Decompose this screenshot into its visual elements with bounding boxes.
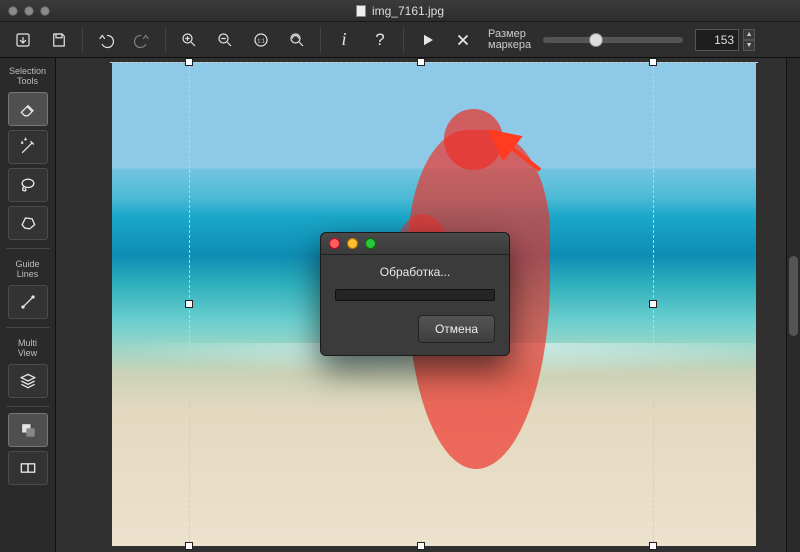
marker-size-label: Размер маркера [488, 29, 531, 51]
window-title-text: img_7161.jpg [372, 4, 444, 18]
dialog-minimize-icon[interactable] [347, 238, 358, 249]
progress-bar [335, 289, 495, 301]
image-surface[interactable]: Обработка... Отмена [112, 62, 756, 546]
zoom-in-button[interactable] [174, 26, 204, 54]
marker-size-input[interactable] [695, 29, 739, 51]
stepper-down-icon[interactable]: ▼ [743, 40, 755, 51]
lasso-tool[interactable] [8, 168, 48, 202]
eraser-tool[interactable] [8, 92, 48, 126]
zoom-out-button[interactable] [210, 26, 240, 54]
dialog-message: Обработка... [335, 265, 495, 279]
handle-nw[interactable] [185, 58, 193, 66]
polygon-lasso-tool[interactable] [8, 206, 48, 240]
sidebar-group-guide: Guide Lines [15, 259, 39, 279]
marker-size-stepper[interactable]: ▲ ▼ [743, 29, 755, 51]
dialog-titlebar[interactable] [321, 233, 509, 255]
redo-button[interactable] [127, 26, 157, 54]
zoom-fit-button[interactable] [282, 26, 312, 54]
open-button[interactable] [8, 26, 38, 54]
main-toolbar: 1:1 i ? Размер маркера ▲ ▼ [0, 22, 800, 58]
layers-view-tool[interactable] [8, 364, 48, 398]
sidebar-group-multiview: Multi View [18, 338, 37, 358]
vertical-scrollbar[interactable] [786, 58, 800, 552]
guide-line-tool[interactable] [8, 285, 48, 319]
svg-text:1:1: 1:1 [257, 38, 264, 44]
dialog-cancel-button[interactable]: Отмена [418, 315, 495, 343]
window-title: img_7161.jpg [0, 4, 800, 18]
handle-ne[interactable] [649, 58, 657, 66]
stepper-up-icon[interactable]: ▲ [743, 29, 755, 40]
processing-dialog: Обработка... Отмена [320, 232, 510, 356]
handle-s[interactable] [417, 542, 425, 550]
marker-size-slider[interactable] [543, 37, 683, 43]
zoom-actual-button[interactable]: 1:1 [246, 26, 276, 54]
canvas-area[interactable]: Обработка... Отмена [56, 58, 800, 552]
magic-wand-tool[interactable] [8, 130, 48, 164]
window-titlebar: img_7161.jpg [0, 0, 800, 22]
compare-overlap-tool[interactable] [8, 413, 48, 447]
undo-button[interactable] [91, 26, 121, 54]
play-button[interactable] [412, 26, 442, 54]
dialog-close-icon[interactable] [329, 238, 340, 249]
handle-w[interactable] [185, 300, 193, 308]
info-button[interactable]: i [329, 26, 359, 54]
cancel-action-button[interactable] [448, 26, 478, 54]
dialog-zoom-icon[interactable] [365, 238, 376, 249]
compare-side-tool[interactable] [8, 451, 48, 485]
tool-sidebar: Selection Tools Guide Lines Multi View [0, 58, 56, 552]
handle-se[interactable] [649, 542, 657, 550]
handle-n[interactable] [417, 58, 425, 66]
slider-thumb-icon[interactable] [589, 33, 603, 47]
scrollbar-thumb[interactable] [789, 256, 798, 336]
sidebar-group-selection: Selection Tools [9, 66, 46, 86]
save-button[interactable] [44, 26, 74, 54]
handle-sw[interactable] [185, 542, 193, 550]
help-button[interactable]: ? [365, 26, 395, 54]
document-icon [356, 5, 366, 17]
handle-e[interactable] [649, 300, 657, 308]
main-area: Selection Tools Guide Lines Multi View [0, 58, 800, 552]
